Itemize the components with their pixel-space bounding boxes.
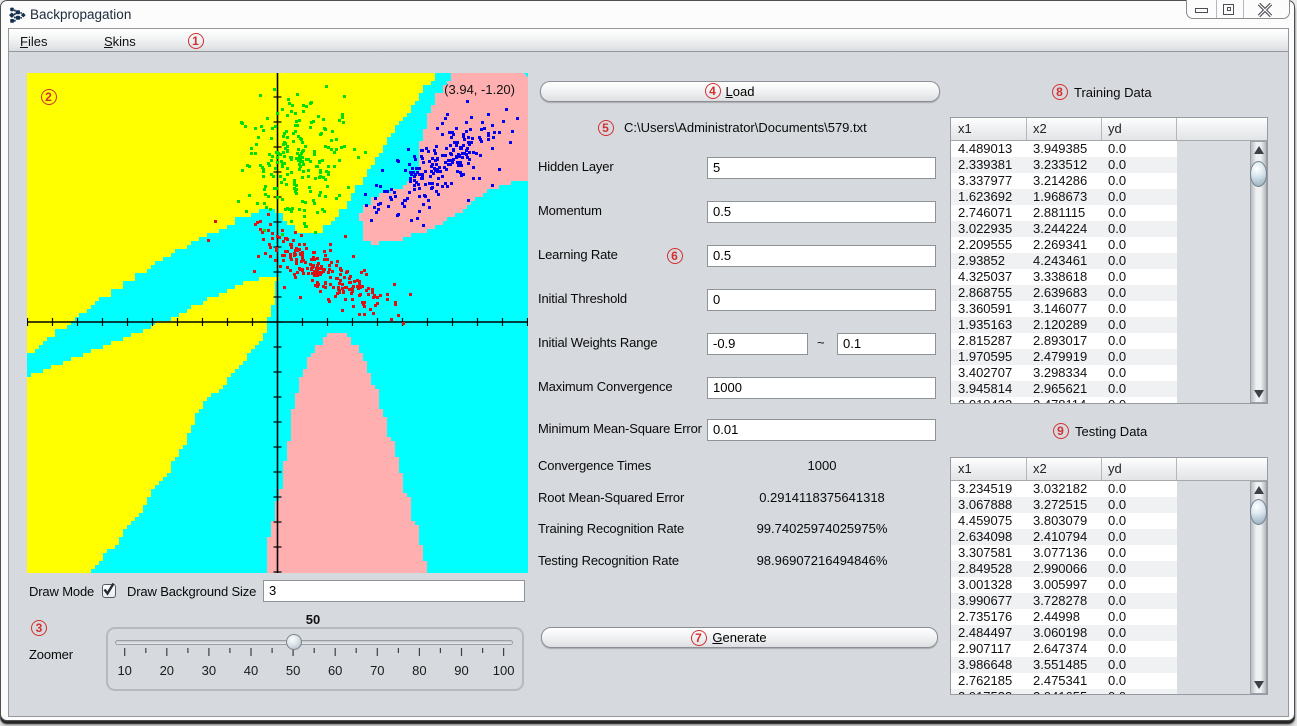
svg-text:60: 60	[328, 663, 342, 678]
svg-text:10: 10	[117, 663, 131, 678]
svg-text:(3.94, -1.20): (3.94, -1.20)	[444, 82, 515, 97]
svg-text:100: 100	[493, 663, 515, 678]
svg-text:40: 40	[244, 663, 258, 678]
svg-text:20: 20	[160, 663, 174, 678]
svg-text:80: 80	[412, 663, 426, 678]
svg-text:50: 50	[286, 663, 300, 678]
svg-text:90: 90	[454, 663, 468, 678]
svg-text:70: 70	[370, 663, 384, 678]
svg-text:30: 30	[202, 663, 216, 678]
